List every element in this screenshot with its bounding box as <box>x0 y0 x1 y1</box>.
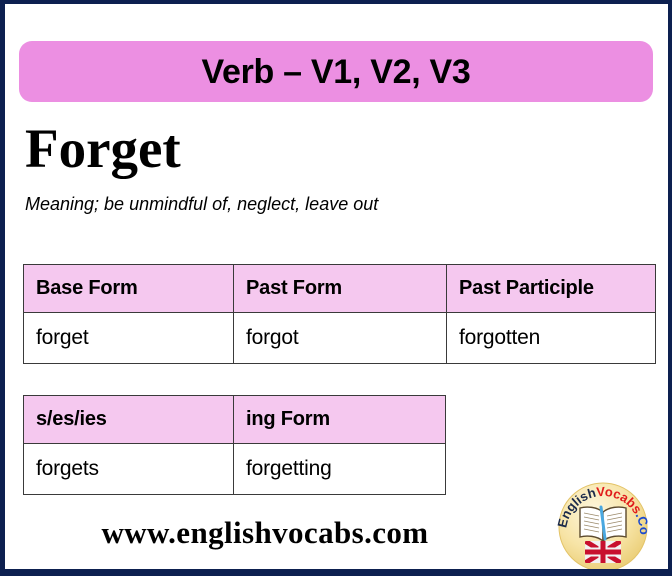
table-row: forget forgot forgotten <box>23 312 656 364</box>
page-inner: Verb – V1, V2, V3 Forget Meaning; be unm… <box>5 4 668 569</box>
verb-forms-table: Base Form Past Form Past Participle forg… <box>23 264 656 364</box>
cell-past-participle: forgotten <box>446 312 656 364</box>
infographic-page: Verb – V1, V2, V3 Forget Meaning; be unm… <box>0 0 672 576</box>
banner-title: Verb – V1, V2, V3 <box>201 52 471 91</box>
cell-ing-form: forgetting <box>233 443 446 495</box>
verb-forms-banner: Verb – V1, V2, V3 <box>19 41 653 102</box>
cell-base-form: forget <box>23 312 234 364</box>
word-meaning: Meaning; be unmindful of, neglect, leave… <box>25 194 379 214</box>
verb-extra-forms-table: s/es/ies ing Form forgets forgetting <box>23 395 446 495</box>
open-book-icon <box>579 505 627 543</box>
table-header-row: s/es/ies ing Form <box>23 395 446 444</box>
column-header-s-es-ies: s/es/ies <box>23 395 234 444</box>
englishvocabs-logo: EnglishVocabs.Com <box>557 481 649 569</box>
column-header-past-participle: Past Participle <box>446 264 656 313</box>
column-header-ing-form: ing Form <box>233 395 446 444</box>
cell-s-es-ies: forgets <box>23 443 234 495</box>
cell-past-form: forgot <box>233 312 447 364</box>
table-header-row: Base Form Past Form Past Participle <box>23 264 656 313</box>
page-title: Forget <box>25 118 181 179</box>
column-header-base-form: Base Form <box>23 264 234 313</box>
site-url: www.englishvocabs.com <box>101 515 429 550</box>
table-row: forgets forgetting <box>23 443 446 495</box>
column-header-past-form: Past Form <box>233 264 447 313</box>
uk-flag-icon <box>585 541 621 563</box>
